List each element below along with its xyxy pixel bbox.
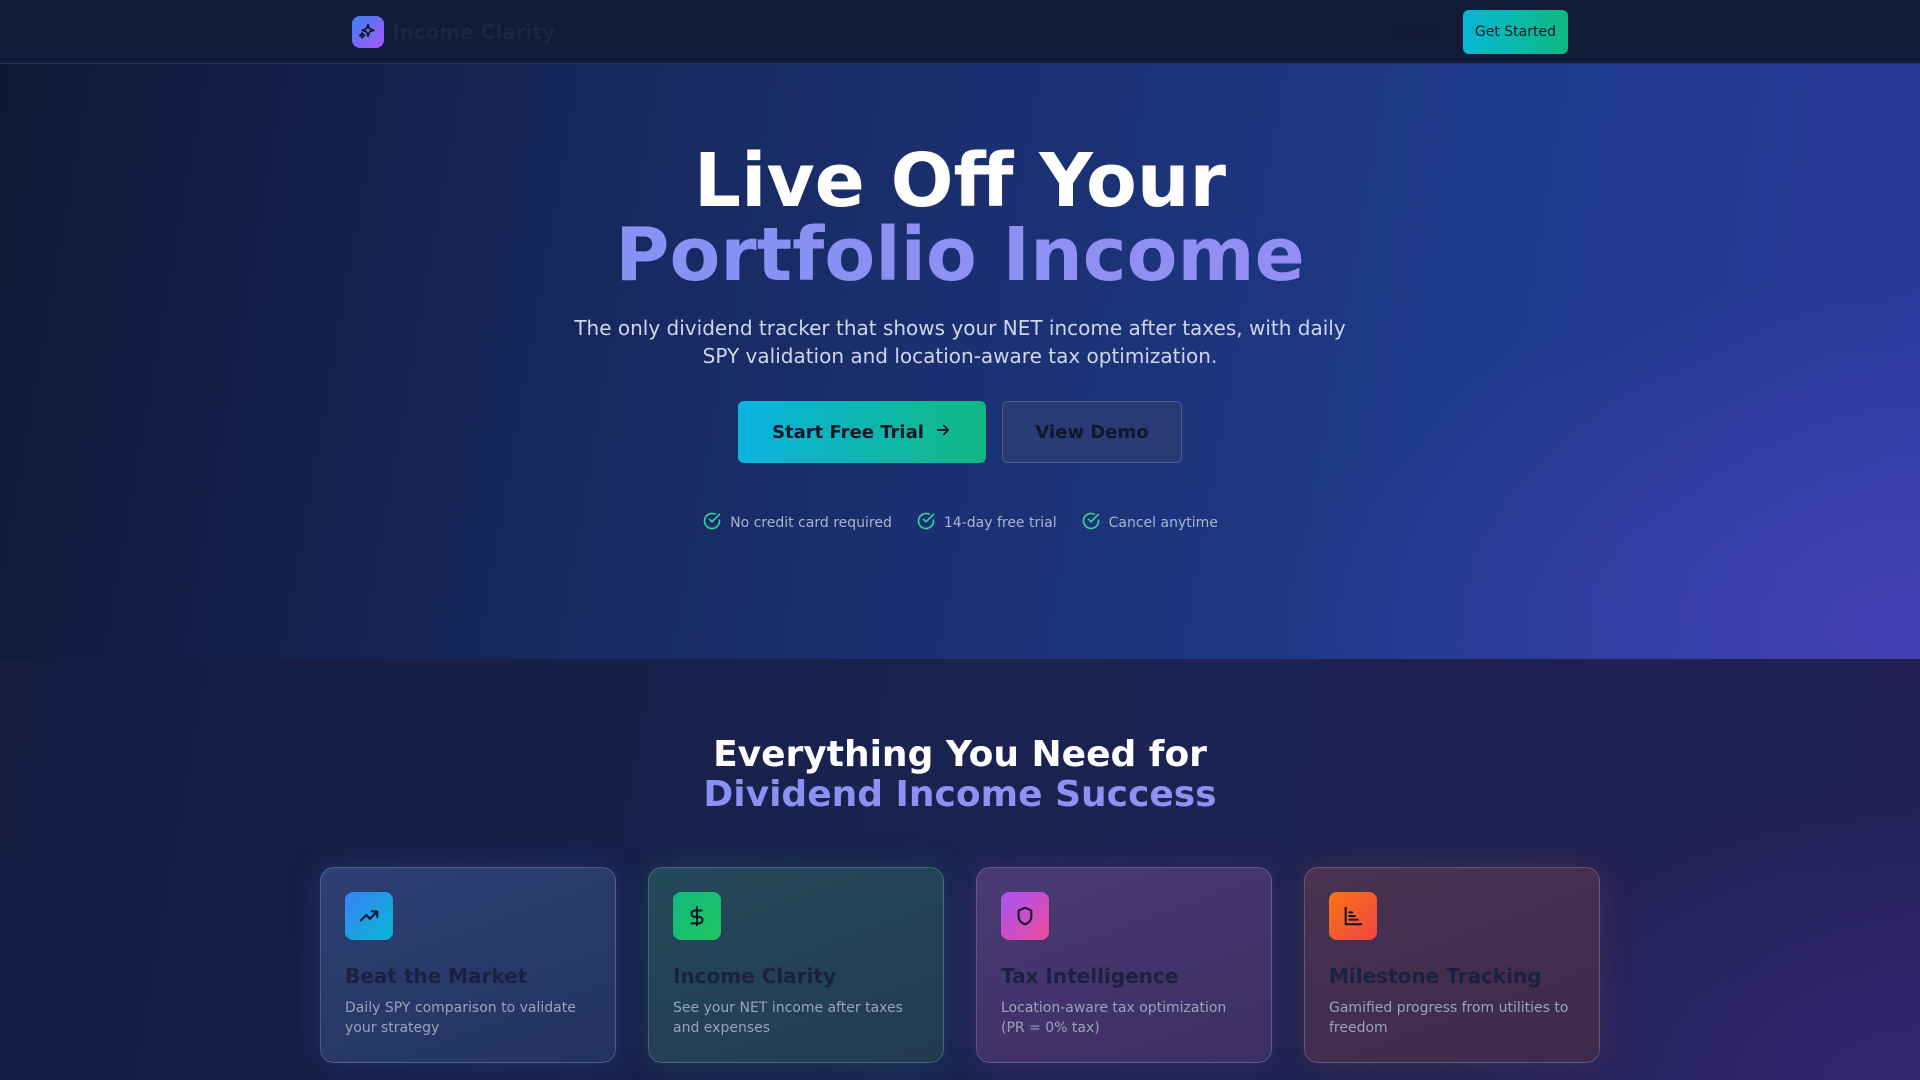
trending-up-icon <box>345 892 393 940</box>
start-free-trial-label: Start Free Trial <box>772 421 924 443</box>
feature-card-milestone-tracking[interactable]: Milestone Tracking Gamified progress fro… <box>1304 867 1600 1063</box>
features-title: Everything You Need for Dividend Income … <box>0 735 1920 815</box>
feature-card-desc: Gamified progress from utilities to free… <box>1329 1000 1569 1036</box>
trust-badges: No credit card required 14-day free tria… <box>0 511 1920 535</box>
arrow-right-icon <box>934 421 952 444</box>
dollar-icon <box>673 892 721 940</box>
trust-item-label: No credit card required <box>730 515 892 531</box>
navbar-inner: Income Clarity Login Get Started <box>352 0 1568 64</box>
nav-actions: Login Get Started <box>1397 10 1568 54</box>
bar-chart-icon <box>1329 892 1377 940</box>
hero-section: Live Off Your Portfolio Income The only … <box>0 64 1920 659</box>
features-section: Everything You Need for Dividend Income … <box>0 659 1920 1080</box>
features-title-line1: Everything You Need for <box>713 734 1207 775</box>
feature-card-desc: Daily SPY comparison to validate your st… <box>345 1000 576 1036</box>
check-circle-icon <box>1081 511 1101 535</box>
check-circle-icon <box>916 511 936 535</box>
feature-cards: Beat the Market Daily SPY comparison to … <box>320 867 1600 1063</box>
trust-item-label: Cancel anytime <box>1108 515 1218 531</box>
get-started-button[interactable]: Get Started <box>1462 10 1568 54</box>
shield-icon <box>1001 892 1049 940</box>
feature-card-tax-intelligence[interactable]: Tax Intelligence Location-aware tax opti… <box>976 867 1272 1063</box>
login-link[interactable]: Login <box>1397 24 1435 40</box>
feature-card-income-clarity[interactable]: Income Clarity See your NET income after… <box>648 867 944 1063</box>
sparkles-icon <box>352 16 384 48</box>
hero-title-line1: Live Off Your <box>693 138 1227 224</box>
feature-card-title: Milestone Tracking <box>1329 964 1542 988</box>
hero-title: Live Off Your Portfolio Income <box>0 144 1920 292</box>
trust-item: 14-day free trial <box>916 511 1057 535</box>
trust-item-label: 14-day free trial <box>943 515 1057 531</box>
hero-title-line2: Portfolio Income <box>0 218 1920 292</box>
check-circle-icon <box>702 511 722 535</box>
feature-card-beat-the-market[interactable]: Beat the Market Daily SPY comparison to … <box>320 867 616 1063</box>
feature-card-title: Beat the Market <box>345 964 528 988</box>
start-free-trial-button[interactable]: Start Free Trial <box>738 401 986 463</box>
feature-card-desc: Location-aware tax optimization (PR = 0%… <box>1001 1000 1227 1036</box>
brand[interactable]: Income Clarity <box>352 16 555 48</box>
view-demo-button[interactable]: View Demo <box>1002 401 1182 463</box>
trust-item: Cancel anytime <box>1081 511 1218 535</box>
trust-item: No credit card required <box>702 511 892 535</box>
feature-card-title: Income Clarity <box>673 964 836 988</box>
feature-card-desc: See your NET income after taxes and expe… <box>673 1000 903 1036</box>
hero-actions: Start Free Trial View Demo <box>0 401 1920 463</box>
brand-name: Income Clarity <box>392 20 555 44</box>
features-title-line2: Dividend Income Success <box>0 775 1920 815</box>
hero-subtitle: The only dividend tracker that shows you… <box>574 316 1346 368</box>
navbar: Income Clarity Login Get Started <box>0 0 1920 64</box>
feature-card-title: Tax Intelligence <box>1001 964 1179 988</box>
